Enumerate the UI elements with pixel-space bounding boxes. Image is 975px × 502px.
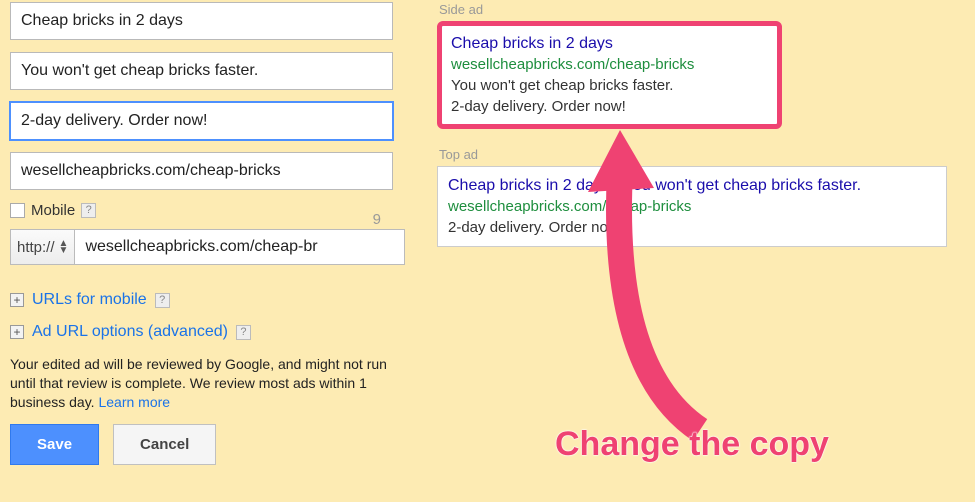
mobile-row: Mobile ? xyxy=(10,202,405,219)
help-icon[interactable]: ? xyxy=(81,203,96,218)
learn-more-link[interactable]: Learn more xyxy=(98,394,170,410)
final-url-input[interactable] xyxy=(75,229,405,265)
desc2-char-count: 9 xyxy=(373,211,381,228)
mobile-label: Mobile xyxy=(31,202,75,219)
desc1-input[interactable] xyxy=(10,52,393,90)
expand-urls-mobile-label: URLs for mobile xyxy=(32,291,147,309)
expand-urls-mobile[interactable]: + URLs for mobile ? xyxy=(10,291,405,309)
desc2-input[interactable] xyxy=(10,102,393,140)
side-ad-line2: 2-day delivery. Order now! xyxy=(451,96,768,117)
cancel-button[interactable]: Cancel xyxy=(113,424,216,465)
expand-ad-url-options[interactable]: + Ad URL options (advanced) ? xyxy=(10,323,405,341)
help-icon[interactable]: ? xyxy=(236,325,251,340)
side-ad-line1: You won't get cheap bricks faster. xyxy=(451,75,768,96)
headline-input[interactable] xyxy=(10,2,393,40)
plus-icon: + xyxy=(10,293,24,307)
mobile-checkbox[interactable] xyxy=(10,203,25,218)
side-ad-url: wesellcheapbricks.com/cheap-bricks xyxy=(451,54,768,75)
dropdown-arrows-icon: ▲▼ xyxy=(59,240,69,254)
annotation-text: Change the copy xyxy=(555,425,829,464)
final-url-row: http:// ▲▼ xyxy=(10,229,405,265)
annotation-arrow-icon xyxy=(550,130,770,450)
expand-ad-url-options-label: Ad URL options (advanced) xyxy=(32,323,228,341)
plus-icon: + xyxy=(10,325,24,339)
help-icon[interactable]: ? xyxy=(155,293,170,308)
side-ad-label: Side ad xyxy=(439,2,957,17)
side-ad-preview: Cheap bricks in 2 days wesellcheapbricks… xyxy=(437,21,782,129)
display-url-input[interactable] xyxy=(10,152,393,190)
side-ad-headline: Cheap bricks in 2 days xyxy=(451,33,768,54)
protocol-select[interactable]: http:// ▲▼ xyxy=(10,229,75,265)
protocol-value: http:// xyxy=(17,239,55,256)
save-button[interactable]: Save xyxy=(10,424,99,465)
review-note: Your edited ad will be reviewed by Googl… xyxy=(10,355,405,412)
